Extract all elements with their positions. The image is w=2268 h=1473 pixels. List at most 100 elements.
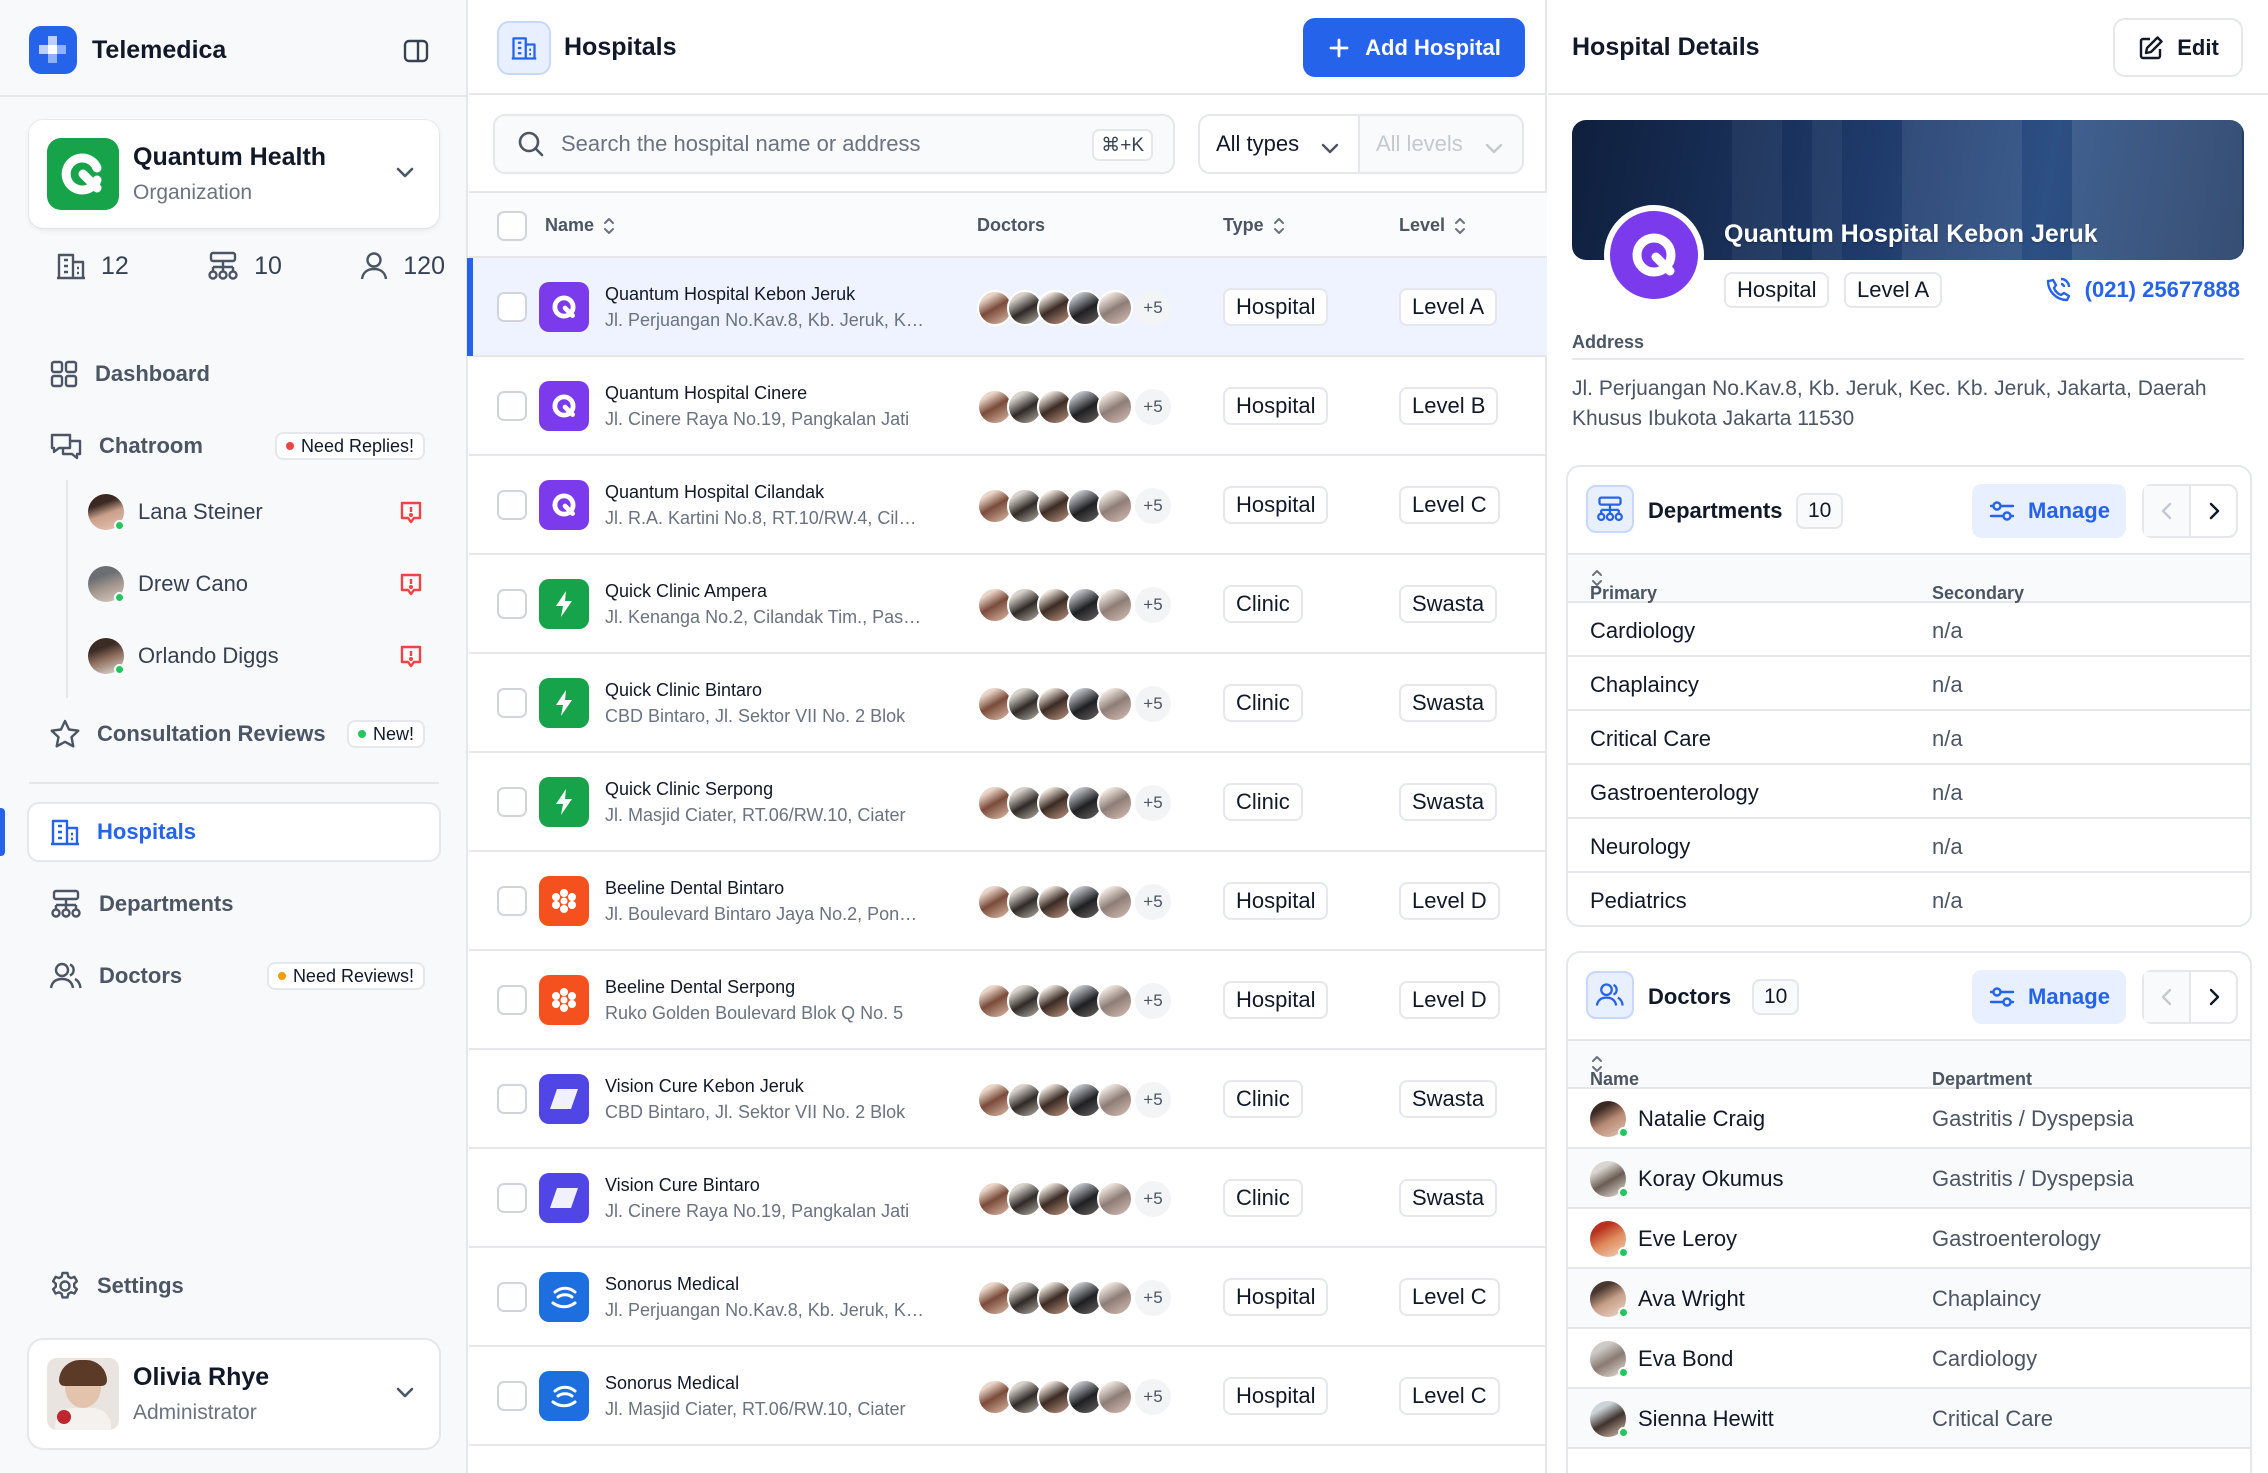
doctor-row[interactable]: Sienna Hewitt Critical Care: [1568, 1389, 2250, 1449]
doctors-count: 10: [1752, 979, 1800, 1015]
need-reviews-text: Need Reviews!: [292, 965, 414, 986]
nav-doctors[interactable]: Doctors Need Reviews!: [29, 948, 439, 1004]
table-row[interactable]: Sonorus Medical Jl. Perjuangan No.Kav.8, …: [469, 1248, 1547, 1347]
row-checkbox[interactable]: [497, 589, 527, 619]
nav-chatroom[interactable]: Chatroom Need Replies!: [29, 418, 439, 474]
row-checkbox[interactable]: [497, 1381, 527, 1411]
nav-departments[interactable]: Departments: [29, 876, 439, 932]
manage-departments-button[interactable]: Manage: [1972, 484, 2126, 538]
row-checkbox[interactable]: [497, 985, 527, 1015]
nav-dashboard-label: Dashboard: [95, 361, 210, 386]
row-checkbox[interactable]: [497, 490, 527, 520]
add-hospital-label: Add Hospital: [1365, 34, 1501, 60]
doctor-name: Eve Leroy: [1638, 1226, 1738, 1251]
online-status-icon: [1618, 1127, 1629, 1138]
manage-doctors-button[interactable]: Manage: [1972, 970, 2126, 1024]
more-doctors-count: +5: [1135, 785, 1171, 821]
nav-settings[interactable]: Settings: [29, 1258, 439, 1314]
department-secondary: n/a: [1932, 672, 1963, 697]
table-row[interactable]: Beeline Dental Serpong Ruko Golden Boulev…: [469, 951, 1547, 1050]
doctor-avatar-stack[interactable]: +5: [977, 587, 1171, 623]
type-filter-select[interactable]: All types: [1198, 114, 1360, 174]
dashboard-icon: [49, 359, 79, 389]
column-doctor-name[interactable]: Name: [1590, 1055, 1639, 1089]
chevron-left-icon[interactable]: [2144, 486, 2191, 536]
table-row[interactable]: Quantum Hospital Cinere Jl. Cinere Raya N…: [469, 357, 1547, 456]
departments-count: 10: [1796, 493, 1844, 529]
chat-item-drew-cano[interactable]: Drew Cano: [88, 560, 433, 608]
doctor-avatar-stack[interactable]: +5: [977, 1181, 1171, 1217]
column-type[interactable]: Type: [1223, 215, 1286, 236]
chat-item-orlando-diggs[interactable]: Orlando Diggs: [88, 632, 433, 680]
doctor-avatar-stack[interactable]: +5: [977, 686, 1171, 722]
table-row[interactable]: Quantum Hospital Cilandak Jl. R.A. Kartin…: [469, 456, 1547, 555]
table-row[interactable]: Quick Clinic Serpong Jl. Masjid Ciater, R…: [469, 753, 1547, 852]
doctor-row[interactable]: Ava Wright Chaplaincy: [1568, 1269, 2250, 1329]
row-checkbox[interactable]: [497, 1084, 527, 1114]
row-checkbox[interactable]: [497, 688, 527, 718]
table-row[interactable]: Quantum Hospital Kebon Jeruk Jl. Perjuang…: [467, 258, 1547, 357]
doctor-row[interactable]: Koray Okumus Gastritis / Dyspepsia: [1568, 1149, 2250, 1209]
doctor-avatar-stack[interactable]: +5: [977, 785, 1171, 821]
column-primary[interactable]: Primary: [1590, 569, 1657, 603]
sort-icon: [1455, 217, 1466, 234]
department-primary: Neurology: [1590, 834, 1691, 859]
table-row[interactable]: Vision Cure Kebon Jeruk CBD Bintaro, Jl. …: [469, 1050, 1547, 1149]
sidebar-toggle-icon[interactable]: [398, 33, 434, 69]
more-doctors-count: +5: [1135, 884, 1171, 920]
edit-button[interactable]: Edit: [2113, 18, 2243, 77]
address-text: Jl. Perjuangan No.Kav.8, Kb. Jeruk, Kec.…: [1572, 377, 2207, 430]
doctor-avatar-stack[interactable]: +5: [977, 389, 1171, 425]
column-doctors: Doctors: [977, 215, 1045, 236]
row-checkbox[interactable]: [497, 391, 527, 421]
nav-hospitals[interactable]: Hospitals: [29, 804, 439, 860]
level-tag: Swasta: [1399, 1179, 1498, 1217]
type-tag: Hospital: [1223, 882, 1329, 920]
alert-icon: [397, 643, 425, 671]
doctor-avatar-stack[interactable]: +5: [977, 983, 1171, 1019]
table-row[interactable]: Sonorus Medical Jl. Masjid Ciater, RT.06/…: [469, 1347, 1547, 1446]
chevron-left-icon[interactable]: [2144, 972, 2191, 1022]
edit-icon: [2137, 34, 2165, 62]
doctor-avatar-stack[interactable]: +5: [977, 290, 1171, 326]
telemedica-logo-icon: [29, 26, 77, 74]
level-filter-select[interactable]: All levels: [1358, 114, 1524, 174]
doctor-row[interactable]: Eve Leroy Gastroenterology: [1568, 1209, 2250, 1269]
department-row: Pediatrics n/a: [1568, 873, 2250, 925]
row-checkbox[interactable]: [497, 787, 527, 817]
doctor-avatar-stack[interactable]: +5: [977, 488, 1171, 524]
doctor-avatar: [1097, 488, 1133, 524]
table-row[interactable]: Quick Clinic Ampera Jl. Kenanga No.2, Cil…: [469, 555, 1547, 654]
select-all-checkbox[interactable]: [497, 211, 527, 241]
doctor-avatar-stack[interactable]: +5: [977, 1379, 1171, 1415]
doctor-avatar-stack[interactable]: +5: [977, 884, 1171, 920]
doctor-avatar: [1097, 1280, 1133, 1316]
nav-consultation-reviews[interactable]: Consultation Reviews New!: [29, 706, 439, 762]
doctor-avatar-stack[interactable]: +5: [977, 1082, 1171, 1118]
user-profile-switcher[interactable]: Olivia Rhye Administrator: [29, 1340, 439, 1448]
type-tag: Hospital: [1223, 981, 1329, 1019]
phone-link[interactable]: (021) 25677888: [2043, 275, 2240, 305]
doctor-avatar-stack[interactable]: +5: [977, 1280, 1171, 1316]
table-row[interactable]: Vision Cure Bintaro Jl. Cinere Raya No.19…: [469, 1149, 1547, 1248]
table-row[interactable]: Quick Clinic Bintaro CBD Bintaro, Jl. Sek…: [469, 654, 1547, 753]
doctor-row[interactable]: Natalie Craig Gastritis / Dyspepsia: [1568, 1089, 2250, 1149]
column-name[interactable]: Name: [545, 215, 616, 236]
column-level[interactable]: Level: [1399, 215, 1467, 236]
search-input[interactable]: [561, 131, 1081, 157]
chat-item-lana-steiner[interactable]: Lana Steiner: [88, 488, 433, 536]
type-tag: Hospital: [1223, 288, 1329, 326]
add-hospital-button[interactable]: Add Hospital: [1303, 18, 1525, 77]
organization-switcher[interactable]: Quantum Health Organization: [29, 120, 439, 228]
row-checkbox[interactable]: [497, 292, 527, 322]
doctor-row[interactable]: Eva Bond Cardiology: [1568, 1329, 2250, 1389]
user-avatar: [47, 1358, 119, 1430]
chevron-right-icon[interactable]: [2191, 486, 2236, 536]
row-checkbox[interactable]: [497, 1183, 527, 1213]
row-checkbox[interactable]: [497, 1282, 527, 1312]
more-doctors-count: +5: [1135, 488, 1171, 524]
row-checkbox[interactable]: [497, 886, 527, 916]
table-row[interactable]: Beeline Dental Bintaro Jl. Boulevard Bint…: [469, 852, 1547, 951]
nav-dashboard[interactable]: Dashboard: [29, 346, 439, 402]
chevron-right-icon[interactable]: [2191, 972, 2236, 1022]
